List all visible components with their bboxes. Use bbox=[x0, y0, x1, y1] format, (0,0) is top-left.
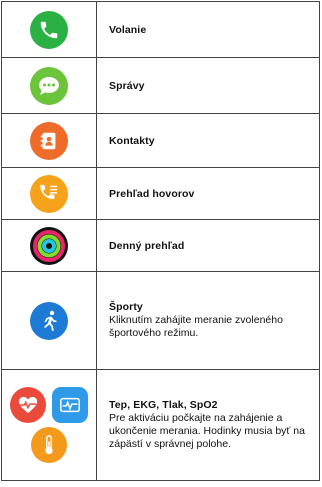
row-title: Tep, EKG, Tlak, SpO2 bbox=[109, 399, 218, 411]
icon-cell bbox=[2, 168, 97, 219]
activity-rings-icon bbox=[30, 226, 68, 265]
row-description: Pre aktiváciu počkajte na zahájenie a uk… bbox=[109, 412, 305, 450]
text-cell: Kontakty bbox=[97, 114, 319, 167]
icon-cell bbox=[2, 114, 97, 167]
table-row-tep-ekg: Tep, EKG, Tlak, SpO2 Pre aktiváciu počka… bbox=[2, 369, 319, 481]
row-title: Kontakty bbox=[109, 134, 155, 147]
table-row-prehlad-hovorov: Prehľad hovorov bbox=[2, 167, 319, 219]
phone-icon bbox=[30, 10, 68, 49]
row-title: Správy bbox=[109, 79, 145, 92]
text-cell: Denný prehľad bbox=[97, 220, 319, 271]
table-row-sporty: Športy Kliknutím zahájite meranie zvolen… bbox=[2, 271, 319, 369]
running-icon bbox=[30, 301, 68, 340]
icon-cell bbox=[2, 58, 97, 113]
icon-cell bbox=[2, 370, 97, 480]
text-cell: Volanie bbox=[97, 2, 319, 57]
row-title: Volanie bbox=[109, 23, 147, 36]
text-cell: Tep, EKG, Tlak, SpO2 Pre aktiváciu počka… bbox=[97, 370, 319, 480]
table-row-kontakty: Kontakty bbox=[2, 113, 319, 167]
row-title: Prehľad hovorov bbox=[109, 187, 195, 200]
row-title: Denný prehľad bbox=[109, 239, 185, 252]
table-row-volanie: Volanie bbox=[2, 1, 319, 57]
feature-table: Volanie Správy Kontakty Prehľad hovorov … bbox=[1, 1, 320, 481]
text-cell: Športy Kliknutím zahájite meranie zvolen… bbox=[97, 272, 319, 369]
table-row-denny-prehlad: Denný prehľad bbox=[2, 219, 319, 271]
call-log-icon bbox=[30, 174, 68, 213]
text-cell: Prehľad hovorov bbox=[97, 168, 319, 219]
table-row-spravy: Správy bbox=[2, 57, 319, 113]
contacts-icon bbox=[30, 121, 68, 160]
icon-cell bbox=[2, 220, 97, 271]
row-description: Kliknutím zahájite meranie zvoleného špo… bbox=[109, 314, 283, 339]
ekg-icon bbox=[52, 387, 88, 423]
temperature-icon bbox=[31, 427, 67, 463]
icon-cell bbox=[2, 2, 97, 57]
text-cell: Správy bbox=[97, 58, 319, 113]
row-title: Športy bbox=[109, 301, 143, 313]
heart-rate-icon bbox=[10, 387, 46, 423]
icon-cell bbox=[2, 272, 97, 369]
messages-icon bbox=[30, 66, 68, 105]
